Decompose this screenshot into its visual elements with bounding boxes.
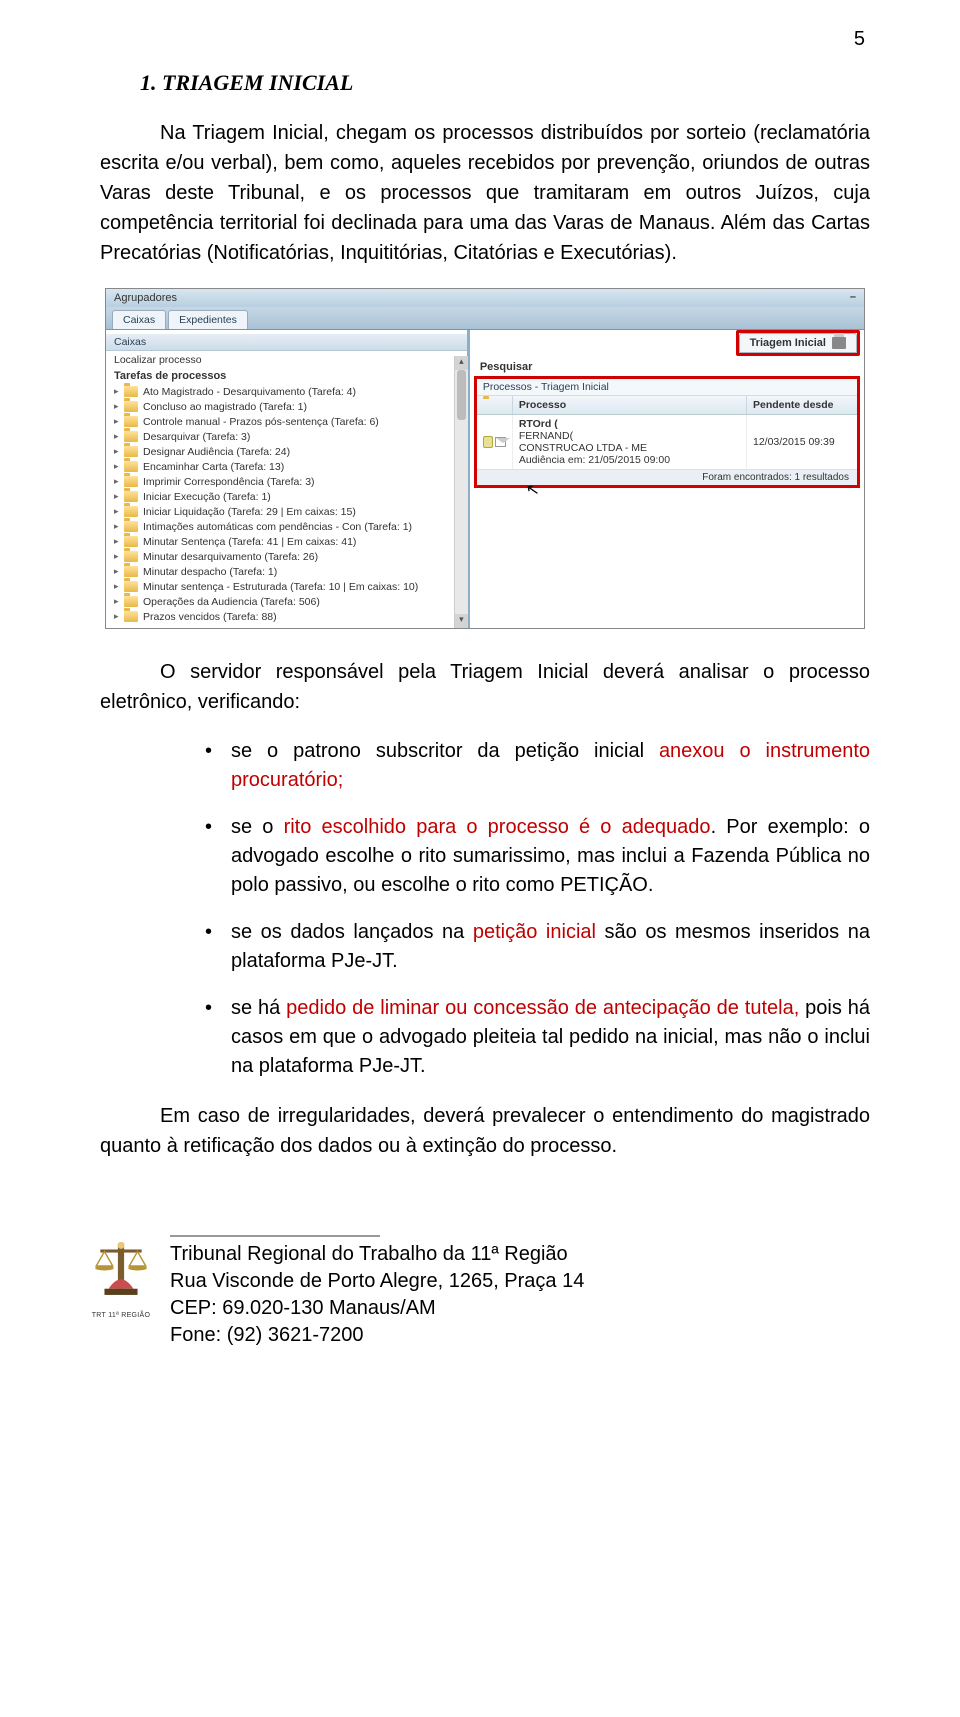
scroll-down-icon[interactable]: ▾ bbox=[455, 614, 468, 628]
folder-icon bbox=[124, 416, 138, 427]
ss-task-item[interactable]: ▸Minutar sentença - Estruturada (Tarefa:… bbox=[112, 579, 461, 594]
scroll-up-icon[interactable]: ▴ bbox=[455, 356, 468, 370]
ss-agrupadores-label: Agrupadores bbox=[114, 292, 177, 304]
th-pendente: Pendente desde bbox=[747, 396, 857, 414]
app-screenshot: Agrupadores – Caixas Expedientes Caixas … bbox=[105, 288, 865, 629]
folder-icon bbox=[124, 521, 138, 532]
bullet-4: se há pedido de liminar ou concessão de … bbox=[205, 994, 870, 1081]
proc-line2: FERNAND( bbox=[519, 430, 740, 442]
page-footer: TRT 11ª REGIÃO Tribunal Regional do Trab… bbox=[100, 1221, 870, 1349]
footer-line1: Tribunal Regional do Trabalho da 11ª Reg… bbox=[170, 1241, 584, 1268]
proc-line1: RTOrd ( bbox=[519, 418, 740, 430]
ss-localizar-row: Localizar processo bbox=[106, 351, 467, 368]
footer-divider bbox=[170, 1235, 380, 1237]
th-icon bbox=[477, 396, 513, 414]
envelope-icon[interactable] bbox=[495, 437, 506, 447]
folder-icon bbox=[124, 461, 138, 472]
tab-caixas[interactable]: Caixas bbox=[112, 310, 166, 329]
printer-icon bbox=[832, 337, 846, 349]
folder-icon bbox=[124, 386, 138, 397]
folder-icon bbox=[124, 491, 138, 502]
proc-line4: Audiência em: 21/05/2015 09:00 bbox=[519, 454, 740, 466]
ss-localizar-label: Localizar processo bbox=[114, 354, 202, 366]
folder-icon bbox=[124, 581, 138, 592]
th-processo: Processo bbox=[513, 396, 747, 414]
section-heading: 1. TRIAGEM INICIAL bbox=[140, 70, 870, 96]
td-processo: RTOrd ( FERNAND( CONSTRUCAO LTDA - ME Au… bbox=[513, 415, 747, 469]
footer-line3: CEP: 69.020-130 Manaus/AM bbox=[170, 1295, 584, 1322]
ss-scrollbar[interactable]: ▴ ▾ bbox=[454, 356, 468, 628]
proc-line3: CONSTRUCAO LTDA - ME bbox=[519, 442, 740, 454]
para-verificando: O servidor responsável pela Triagem Inic… bbox=[100, 657, 870, 717]
logo-caption: TRT 11ª REGIÃO bbox=[90, 1312, 152, 1319]
ss-task-item[interactable]: ▸Controle manual - Prazos pós-sentença (… bbox=[112, 414, 461, 429]
folder-icon bbox=[124, 596, 138, 607]
page-number: 5 bbox=[854, 28, 865, 51]
ss-result-row[interactable]: RTOrd ( FERNAND( CONSTRUCAO LTDA - ME Au… bbox=[477, 415, 857, 470]
tab-triagem-label: Triagem Inicial bbox=[750, 337, 826, 349]
ss-left-tab-caixas[interactable]: Caixas bbox=[106, 334, 467, 351]
para-irregularidades: Em caso de irregularidades, deverá preva… bbox=[100, 1101, 870, 1161]
ss-triagem-highlight: Triagem Inicial bbox=[736, 330, 860, 356]
folder-icon bbox=[124, 401, 138, 412]
ss-task-item[interactable]: ▸Desarquivar (Tarefa: 3) bbox=[112, 429, 461, 444]
tab-expedientes[interactable]: Expedientes bbox=[168, 310, 248, 329]
td-pendente: 12/03/2015 09:39 bbox=[747, 415, 857, 469]
justice-icon bbox=[90, 1235, 152, 1307]
ss-tarefas-header: Tarefas de processos bbox=[106, 368, 467, 384]
folder-icon bbox=[124, 446, 138, 457]
link-icon[interactable] bbox=[483, 436, 494, 448]
bullet-2: se o rito escolhido para o processo é o … bbox=[205, 813, 870, 900]
ss-task-item[interactable]: ▸Iniciar Liquidação (Tarefa: 29 | Em cai… bbox=[112, 504, 461, 519]
footer-line2: Rua Visconde de Porto Alegre, 1265, Praç… bbox=[170, 1268, 584, 1295]
ss-task-item[interactable]: ▸Minutar desarquivamento (Tarefa: 26) bbox=[112, 549, 461, 564]
ss-task-item[interactable]: ▸Operações da Audiencia (Tarefa: 506) bbox=[112, 594, 461, 609]
ss-task-item[interactable]: ▸Encaminhar Carta (Tarefa: 13) bbox=[112, 459, 461, 474]
folder-icon bbox=[124, 536, 138, 547]
ss-left-panel: Caixas Localizar processo Tarefas de pro… bbox=[106, 330, 470, 628]
folder-icon bbox=[124, 476, 138, 487]
document-page: 5 1. TRIAGEM INICIAL Na Triagem Inicial,… bbox=[0, 0, 960, 1717]
ss-breadcrumb: Processos - Triagem Inicial bbox=[477, 379, 857, 396]
folder-icon bbox=[124, 566, 138, 577]
footer-text: Tribunal Regional do Trabalho da 11ª Reg… bbox=[170, 1235, 584, 1349]
intro-paragraph: Na Triagem Inicial, chegam os processos … bbox=[100, 118, 870, 268]
bullet-1: se o patrono subscritor da petição inici… bbox=[205, 737, 870, 795]
ss-task-item[interactable]: ▸Intimações automáticas com pendências -… bbox=[112, 519, 461, 534]
ss-main-area: Caixas Localizar processo Tarefas de pro… bbox=[106, 330, 864, 628]
ss-task-item[interactable]: ▸Minutar despacho (Tarefa: 1) bbox=[112, 564, 461, 579]
tab-triagem-inicial[interactable]: Triagem Inicial bbox=[739, 333, 857, 353]
ss-pesquisar-label: Pesquisar bbox=[470, 358, 864, 376]
ss-task-item[interactable]: ▸Imprimir Correspondência (Tarefa: 3) bbox=[112, 474, 461, 489]
ss-top-tabs: Caixas Expedientes bbox=[106, 307, 864, 330]
bullet-list: se o patrono subscritor da petição inici… bbox=[205, 737, 870, 1081]
minimize-icon: – bbox=[850, 291, 856, 303]
ss-task-item[interactable]: ▸Minutar Sentença (Tarefa: 41 | Em caixa… bbox=[112, 534, 461, 549]
ss-table-header: Processo Pendente desde bbox=[477, 396, 857, 415]
ss-results-highlight: Processos - Triagem Inicial Processo Pen… bbox=[474, 376, 860, 488]
folder-icon bbox=[124, 551, 138, 562]
footer-line4: Fone: (92) 3621-7200 bbox=[170, 1322, 584, 1349]
ss-task-list: ▸Ato Magistrado - Desarquivamento (Taref… bbox=[106, 384, 467, 624]
ss-results-count: Foram encontrados: 1 resultados bbox=[477, 470, 857, 485]
folder-icon bbox=[124, 611, 138, 622]
ss-right-tab-row: Triagem Inicial bbox=[470, 330, 864, 358]
ss-task-item[interactable]: ▸Ato Magistrado - Desarquivamento (Taref… bbox=[112, 384, 461, 399]
folder-icon bbox=[124, 506, 138, 517]
ss-task-item[interactable]: ▸Designar Audiência (Tarefa: 24) bbox=[112, 444, 461, 459]
ss-task-item[interactable]: ▸Prazos vencidos (Tarefa: 88) bbox=[112, 609, 461, 624]
bullet-3: se os dados lançados na petição inicial … bbox=[205, 918, 870, 976]
ss-right-panel: Triagem Inicial Pesquisar Processos - Tr… bbox=[470, 330, 864, 628]
ss-task-item[interactable]: ▸Iniciar Execução (Tarefa: 1) bbox=[112, 489, 461, 504]
folder-icon bbox=[124, 431, 138, 442]
ss-task-item[interactable]: ▸Concluso ao magistrado (Tarefa: 1) bbox=[112, 399, 461, 414]
ss-agrupadores-bar: Agrupadores – bbox=[106, 289, 864, 307]
scroll-thumb[interactable] bbox=[457, 370, 466, 420]
trt-logo: TRT 11ª REGIÃO bbox=[90, 1235, 152, 1309]
td-icons bbox=[477, 415, 513, 469]
